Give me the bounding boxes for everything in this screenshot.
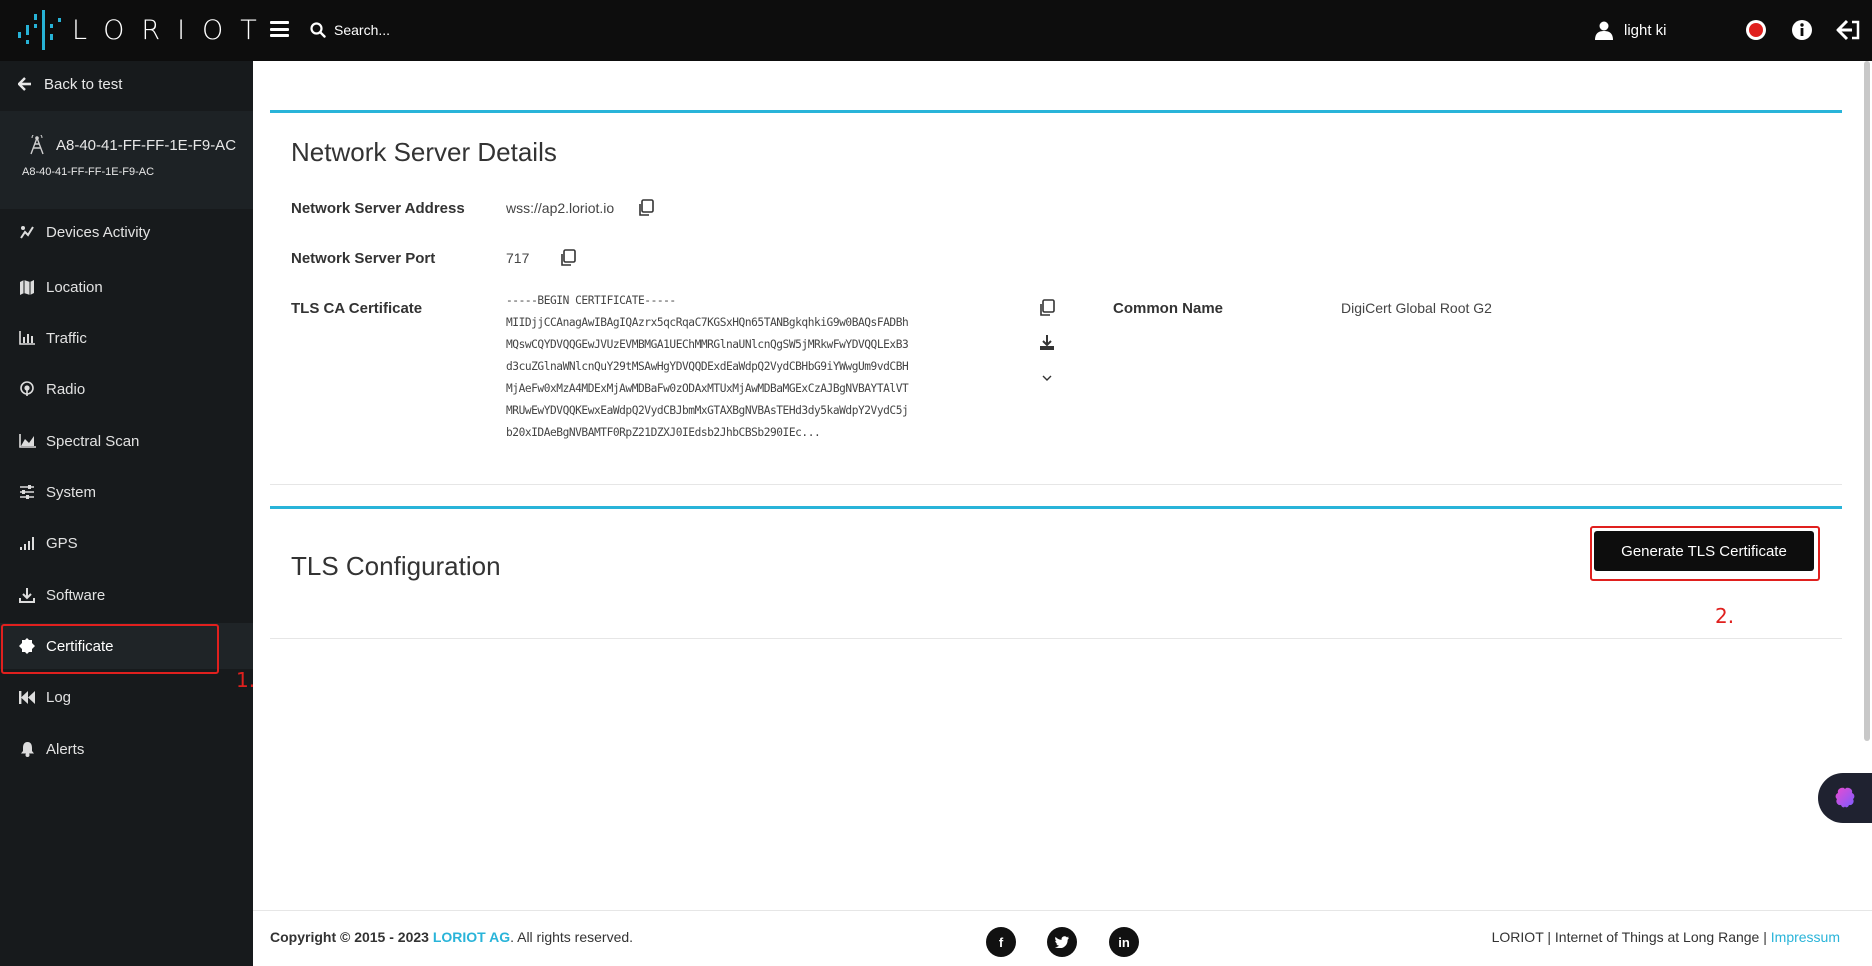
sidebar-item-label: GPS bbox=[46, 534, 78, 552]
rights-text: . All rights reserved. bbox=[510, 929, 634, 945]
sidebar-item-label: Devices Activity bbox=[46, 223, 151, 241]
company-link[interactable]: LORIOT AG bbox=[433, 929, 510, 945]
devices-activity-icon bbox=[18, 224, 36, 240]
cert-line: d3cuZGlnaWNlcnQuY29tMSAwHgYDVQQDExdEaWdp… bbox=[506, 360, 909, 373]
sidebar-item-spectral-scan[interactable]: Spectral Scan bbox=[0, 418, 253, 464]
arrow-left-icon bbox=[18, 77, 31, 91]
tagline-text: LORIOT | Internet of Things at Long Rang… bbox=[1491, 929, 1767, 945]
common-name-value: DigiCert Global Root G2 bbox=[1341, 300, 1492, 316]
network-server-card: Network Server Details Network Server Ad… bbox=[270, 110, 1842, 485]
search-input[interactable] bbox=[334, 18, 634, 42]
footer: Copyright © 2015 - 2023 LORIOT AG. All r… bbox=[253, 910, 1872, 966]
cert-line: MIIDjjCCAnagAwIBAgIQAzrx5qcRqaC7KGSxHQn6… bbox=[506, 316, 909, 329]
record-icon[interactable] bbox=[1744, 18, 1768, 42]
logo-mark bbox=[18, 10, 62, 50]
tls-section-title: TLS Configuration bbox=[291, 551, 501, 581]
gateway-title: A8-40-41-FF-FF-1E-F9-AC bbox=[56, 136, 237, 154]
gateway-subtitle: A8-40-41-FF-FF-1E-F9-AC bbox=[22, 166, 155, 178]
network-section-title: Network Server Details bbox=[291, 137, 557, 167]
bell-icon bbox=[18, 741, 36, 757]
sidebar-item-software[interactable]: Software bbox=[0, 572, 253, 618]
sidebar-item-location[interactable]: Location bbox=[0, 264, 253, 310]
sidebar-item-traffic[interactable]: Traffic bbox=[0, 315, 253, 361]
sidebar-item-label: Alerts bbox=[46, 740, 85, 758]
sidebar-item-radio[interactable]: Radio bbox=[0, 366, 253, 412]
highlight-box-certificate bbox=[1, 624, 219, 674]
logout-icon[interactable] bbox=[1836, 18, 1860, 42]
menu-toggle-icon[interactable] bbox=[270, 21, 289, 37]
user-menu[interactable]: light ki bbox=[1594, 17, 1667, 43]
gateway-header: A8-40-41-FF-FF-1E-F9-AC A8-40-41-FF-FF-1… bbox=[0, 111, 253, 209]
main-content: Network Server Details Network Server Ad… bbox=[253, 61, 1872, 966]
impressum-link[interactable]: Impressum bbox=[1771, 929, 1840, 945]
sidebar-item-label: Location bbox=[46, 278, 103, 296]
footer-copyright: Copyright © 2015 - 2023 LORIOT AG. All r… bbox=[270, 929, 633, 945]
chevron-down-icon[interactable] bbox=[1038, 369, 1056, 387]
antenna-icon bbox=[30, 135, 44, 155]
brain-icon bbox=[1835, 787, 1855, 808]
sliders-icon bbox=[18, 484, 36, 500]
annotation-step-2: 2. bbox=[1715, 604, 1735, 628]
signal-bars-icon bbox=[18, 535, 36, 551]
user-name: light ki bbox=[1624, 21, 1667, 39]
footer-tagline: LORIOT | Internet of Things at Long Rang… bbox=[1492, 929, 1840, 945]
backward-icon bbox=[18, 689, 36, 705]
cert-line: b20xIDAeBgNVBAMTF0RpZ21DZXJ0IEdsb2JhbCBS… bbox=[506, 426, 821, 439]
cert-line: MRUwEwYDVQQKEwxEaWdpQ2VydCBJbmMxGTAXBgNV… bbox=[506, 404, 909, 417]
radio-icon bbox=[18, 381, 36, 397]
linkedin-icon[interactable]: in bbox=[1109, 927, 1139, 957]
copy-certificate-icon[interactable] bbox=[1038, 299, 1056, 317]
copyright-text: Copyright © 2015 - 2023 bbox=[270, 929, 429, 945]
sidebar-item-label: System bbox=[46, 483, 97, 501]
sidebar-item-gps[interactable]: GPS bbox=[0, 520, 253, 566]
certificate-text: -----BEGIN CERTIFICATE----- MIIDjjCCAnag… bbox=[506, 290, 909, 444]
address-label: Network Server Address bbox=[291, 200, 465, 217]
back-link[interactable]: Back to test bbox=[18, 74, 122, 94]
area-chart-icon bbox=[18, 433, 36, 449]
sidebar-item-label: Radio bbox=[46, 380, 86, 398]
port-value: 717 bbox=[506, 250, 530, 266]
cert-line: -----BEGIN CERTIFICATE----- bbox=[506, 294, 676, 307]
loriot-logo[interactable]: LORIOT bbox=[18, 10, 274, 50]
sidebar-item-label: Software bbox=[46, 586, 106, 604]
back-label: Back to test bbox=[44, 75, 123, 93]
cert-line: MjAeFw0xMzA4MDExMjAwMDBaFw0zODAxMTUxMjAw… bbox=[506, 382, 909, 395]
sidebar-item-system[interactable]: System bbox=[0, 469, 253, 515]
map-icon bbox=[18, 279, 36, 295]
download-icon bbox=[18, 587, 36, 603]
sidebar-item-log[interactable]: Log bbox=[0, 674, 253, 720]
info-icon[interactable] bbox=[1790, 18, 1814, 42]
highlight-box-generate bbox=[1590, 526, 1820, 581]
sidebar-item-label: Spectral Scan bbox=[46, 432, 140, 450]
search-icon bbox=[310, 22, 326, 38]
sidebar-item-label: Traffic bbox=[46, 329, 87, 347]
tls-ca-label: TLS CA Certificate bbox=[291, 300, 423, 317]
facebook-icon[interactable]: f bbox=[986, 927, 1016, 957]
scrollbar[interactable] bbox=[1864, 61, 1870, 741]
copy-port-icon[interactable] bbox=[559, 249, 577, 267]
sidebar-item-label: Log bbox=[46, 688, 72, 706]
address-value: wss://ap2.loriot.io bbox=[506, 200, 615, 216]
sidebar-item-devices-activity[interactable]: Devices Activity bbox=[0, 209, 253, 255]
sidebar: Back to test A8-40-41-FF-FF-1E-F9-AC A8-… bbox=[0, 61, 253, 966]
ai-assistant-button[interactable] bbox=[1818, 773, 1872, 823]
common-name-label: Common Name bbox=[1113, 300, 1224, 317]
download-certificate-icon[interactable] bbox=[1038, 334, 1056, 352]
sidebar-item-alerts[interactable]: Alerts bbox=[0, 726, 253, 772]
top-bar: LORIOT light ki bbox=[0, 0, 1872, 61]
bar-chart-icon bbox=[18, 330, 36, 346]
cert-line: MQswCQYDVQQGEwJVUzEVMBMGA1UEChMMRGlnaUNl… bbox=[506, 338, 909, 351]
port-label: Network Server Port bbox=[291, 250, 436, 267]
copy-address-icon[interactable] bbox=[637, 199, 655, 217]
twitter-icon[interactable] bbox=[1047, 927, 1077, 957]
logo-text: LORIOT bbox=[72, 14, 274, 46]
user-icon bbox=[1595, 21, 1613, 40]
